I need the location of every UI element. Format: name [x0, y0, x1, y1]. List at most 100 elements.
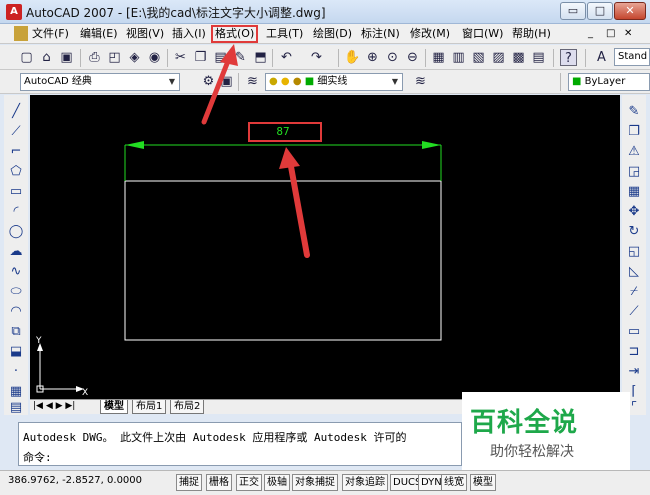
dimension-text[interactable]: 87: [276, 125, 289, 138]
toggle-osnap[interactable]: 对象捕捉: [292, 474, 338, 491]
ellipse-arc-icon[interactable]: ◠: [7, 303, 25, 321]
block-editor-icon[interactable]: ⬒: [252, 49, 269, 66]
doc-minimize-button[interactable]: _: [586, 26, 595, 42]
open-icon[interactable]: ⌂: [38, 49, 55, 66]
point-icon[interactable]: ·: [7, 363, 25, 381]
break-icon[interactable]: ▭: [625, 323, 643, 341]
maximize-button[interactable]: □: [587, 2, 613, 20]
toggle-otrack[interactable]: 对象追踪: [342, 474, 388, 491]
rectangle-icon[interactable]: ▭: [7, 183, 25, 201]
layer-select[interactable]: ● ● ● ■ 细实线 ▼: [265, 73, 403, 91]
spline-icon[interactable]: ∿: [7, 263, 25, 281]
autocad-app-icon[interactable]: A: [6, 4, 22, 20]
dimension-arrow-right: [422, 141, 441, 149]
menu-view[interactable]: 视图(V): [124, 26, 166, 42]
design-center-icon[interactable]: ▥: [450, 49, 467, 66]
tab-model[interactable]: 模型: [100, 400, 128, 414]
tab-layout1[interactable]: 布局1: [132, 400, 167, 414]
annotation-arrowhead-dimension: [279, 147, 300, 169]
ellipse-icon[interactable]: ⬭: [7, 283, 25, 301]
stretch-icon[interactable]: ◺: [625, 263, 643, 281]
mirror-icon[interactable]: ⚠: [625, 143, 643, 161]
sheet-set-icon[interactable]: ▨: [490, 49, 507, 66]
join-icon[interactable]: ⇥: [625, 363, 643, 381]
tab-layout2[interactable]: 布局2: [170, 400, 205, 414]
break-at-point-icon[interactable]: ⊐: [625, 343, 643, 361]
offset-icon[interactable]: ◲: [625, 163, 643, 181]
doc-close-button[interactable]: ✕: [622, 26, 634, 42]
close-button[interactable]: ✕: [614, 2, 646, 20]
cut-icon[interactable]: ✂: [172, 49, 189, 66]
revision-cloud-icon[interactable]: ☁: [7, 243, 25, 261]
tab-nav-buttons[interactable]: |◀ ◀ ▶ ▶|: [33, 401, 75, 411]
toggle-ortho[interactable]: 正交: [236, 474, 262, 491]
command-window[interactable]: Autodesk DWG。 此文件上次由 Autodesk 应用程序或 Auto…: [18, 422, 462, 466]
zoom-window-icon[interactable]: ⊙: [384, 49, 401, 66]
toggle-snap[interactable]: 捕捉: [176, 474, 202, 491]
doc-restore-button[interactable]: □: [604, 26, 617, 42]
drawn-rectangle[interactable]: [124, 180, 442, 341]
table-icon[interactable]: ▤: [7, 399, 25, 417]
menu-edit[interactable]: 编辑(E): [78, 26, 120, 42]
calculator-icon[interactable]: ▤: [530, 49, 547, 66]
make-layer-current-icon[interactable]: ≋: [412, 73, 429, 90]
status-bar: 386.9762, -2.8527, 0.0000 捕捉 栅格 正交 极轴 对象…: [0, 470, 650, 495]
markup-icon[interactable]: ▩: [510, 49, 527, 66]
drawing-canvas[interactable]: 87 Y X: [30, 95, 620, 399]
menu-draw[interactable]: 绘图(D): [311, 26, 354, 42]
separator: [425, 49, 426, 67]
redo-icon[interactable]: ↷: [308, 49, 325, 66]
lightbulb-icon: ●: [269, 76, 278, 87]
3d-dwf-icon[interactable]: ◉: [146, 49, 163, 66]
line-icon[interactable]: ╱: [7, 103, 25, 121]
menu-help[interactable]: 帮助(H): [510, 26, 553, 42]
extend-icon[interactable]: ⟋: [625, 303, 643, 321]
polygon-icon[interactable]: ⬠: [7, 163, 25, 181]
arc-icon[interactable]: ◜: [7, 203, 25, 221]
tool-palettes-icon[interactable]: ▧: [470, 49, 487, 66]
minimize-button[interactable]: ▭: [560, 2, 586, 20]
rotate-icon[interactable]: ↻: [625, 223, 643, 241]
zoom-realtime-icon[interactable]: ⊕: [364, 49, 381, 66]
draw-toolbar: ╱ ⟋ ⌐ ⬠ ▭ ◜ ◯ ☁ ∿ ⬭ ◠ ⧉ ⬓ · ▦ ▤: [4, 95, 28, 415]
print-icon[interactable]: ⎙: [86, 49, 103, 66]
array-icon[interactable]: ▦: [625, 183, 643, 201]
new-icon[interactable]: ▢: [18, 49, 35, 66]
properties-icon[interactable]: ▦: [430, 49, 447, 66]
erase-icon[interactable]: ✎: [625, 103, 643, 121]
make-block-icon[interactable]: ⬓: [7, 343, 25, 361]
zoom-previous-icon[interactable]: ⊖: [404, 49, 421, 66]
workspace-select[interactable]: AutoCAD 经典 ▼: [20, 73, 180, 91]
insert-block-icon[interactable]: ⧉: [7, 323, 25, 341]
menu-window[interactable]: 窗口(W): [460, 26, 505, 42]
move-icon[interactable]: ✥: [625, 203, 643, 221]
undo-icon[interactable]: ↶: [278, 49, 295, 66]
command-prompt[interactable]: 命令:: [23, 449, 52, 465]
publish-icon[interactable]: ◈: [126, 49, 143, 66]
scale-icon[interactable]: ◱: [625, 243, 643, 261]
toggle-grid[interactable]: 栅格: [206, 474, 232, 491]
toggle-model[interactable]: 模型: [470, 474, 496, 491]
circle-icon[interactable]: ◯: [7, 223, 25, 241]
toggle-polar[interactable]: 极轴: [264, 474, 290, 491]
trim-icon[interactable]: ⌿: [625, 283, 643, 301]
pan-icon[interactable]: ✋: [344, 49, 361, 66]
annotation-arrowhead-menu: [220, 44, 238, 66]
watermark-title: 百科全说: [470, 408, 579, 438]
construction-line-icon[interactable]: ⟋: [7, 123, 25, 141]
copy-object-icon[interactable]: ❐: [625, 123, 643, 141]
menu-dimension[interactable]: 标注(N): [359, 26, 402, 42]
color-select[interactable]: ■ ByLayer: [568, 73, 650, 91]
plot-preview-icon[interactable]: ◰: [106, 49, 123, 66]
text-style-icon[interactable]: A: [593, 49, 610, 66]
help-icon[interactable]: ?: [560, 49, 577, 66]
toggle-lineweight[interactable]: 线宽: [441, 474, 467, 491]
menu-modify[interactable]: 修改(M): [408, 26, 452, 42]
save-icon[interactable]: ▣: [58, 49, 75, 66]
text-style-select[interactable]: Stand: [614, 48, 650, 66]
document-icon[interactable]: [14, 26, 28, 41]
menu-tools[interactable]: 工具(T): [264, 26, 305, 42]
menu-file[interactable]: 文件(F): [30, 26, 71, 42]
sun-icon: ●: [280, 76, 290, 87]
polyline-icon[interactable]: ⌐: [7, 143, 25, 161]
